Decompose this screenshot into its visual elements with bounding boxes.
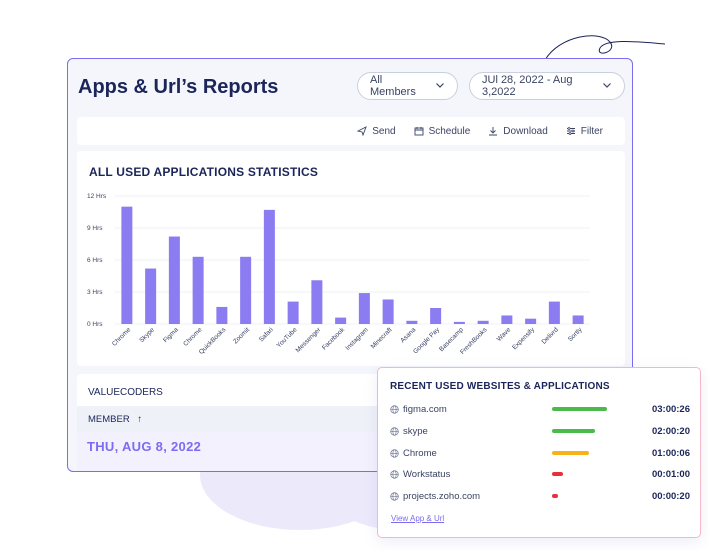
x-tick-label: Expensify — [511, 326, 536, 351]
x-tick-label: Google Pay — [412, 326, 441, 355]
applications-chart-card: ALL USED APPLICATIONS STATISTICS 0 Hrs 3 … — [77, 151, 625, 366]
bar — [311, 280, 323, 324]
globe-icon — [390, 448, 399, 458]
schedule-button[interactable]: Schedule — [414, 125, 471, 137]
globe-icon — [390, 427, 399, 436]
globe-icon — [390, 492, 399, 501]
recent-websites-panel: RECENT USED WEBSITES & APPLICATIONS figm… — [377, 367, 701, 538]
site-name: figma.com — [403, 404, 447, 415]
bar — [216, 306, 228, 324]
x-tick-label: Chrome — [111, 326, 133, 348]
page-title: Apps & Url’s Reports — [78, 76, 279, 98]
send-icon — [357, 126, 368, 136]
bar — [453, 321, 465, 324]
usage-time: 02:00:20 — [651, 425, 690, 437]
member-header-label: MEMBER ↑ — [88, 414, 142, 425]
x-tick-label: Figma — [162, 326, 180, 344]
y-tick-label: 12 Hrs — [87, 193, 107, 200]
bar — [525, 318, 537, 324]
bar — [121, 206, 133, 324]
usage-bar — [552, 494, 558, 499]
members-select-value: All Members — [370, 74, 416, 98]
recent-site-row: projects.zoho.com 00:00:20 — [390, 490, 690, 506]
schedule-label: Schedule — [428, 125, 471, 137]
sort-arrow-icon: ↑ — [137, 414, 143, 425]
x-tick-label: Safari — [258, 326, 275, 343]
view-app-url-link[interactable]: View App & Url — [391, 514, 444, 523]
x-tick-label: Instagram — [344, 326, 369, 351]
download-icon — [489, 127, 498, 136]
bar — [548, 301, 560, 324]
globe-icon — [390, 470, 399, 480]
bar — [240, 256, 252, 324]
bar — [192, 256, 204, 324]
filter-button[interactable]: Filter — [566, 126, 603, 137]
x-tick-label: Delivrd — [541, 326, 561, 346]
y-tick-label: 0 Hrs — [87, 321, 103, 328]
members-select[interactable]: All Members — [357, 72, 458, 100]
site-name: projects.zoho.com — [403, 491, 481, 503]
bar — [406, 320, 418, 324]
send-button[interactable]: Send — [357, 125, 396, 137]
bar — [168, 236, 180, 324]
bar — [430, 308, 442, 324]
bar — [382, 299, 394, 324]
bar — [477, 320, 489, 324]
bar — [501, 315, 513, 324]
site-name: skype — [403, 425, 428, 437]
report-toolbar: Send Schedule Download Filter — [77, 117, 625, 145]
filter-label: Filter — [580, 125, 603, 137]
bar — [287, 301, 299, 324]
x-tick-label: Skype — [138, 326, 156, 344]
site-name: Workstatus — [403, 469, 451, 481]
x-tick-label: Facebook — [321, 326, 347, 352]
calendar-icon — [414, 127, 424, 136]
site-name: Chrome — [403, 447, 437, 459]
recent-site-row: Chrome 01:00:06 — [390, 447, 690, 463]
usage-time: 01:00:06 — [651, 447, 690, 459]
bar — [335, 317, 347, 324]
recent-site-row: figma.com 03:00:26 — [390, 403, 690, 419]
x-tick-label: Zoomit — [232, 326, 251, 345]
download-button[interactable]: Download — [488, 125, 548, 137]
bar — [263, 209, 275, 324]
y-tick-label: 3 Hrs — [87, 289, 103, 296]
member-column-label: MEMBER — [88, 414, 130, 425]
x-tick-label: Messenger — [295, 326, 323, 354]
x-tick-label: Chrome — [182, 326, 204, 348]
group-label: VALUECODERS — [88, 387, 163, 398]
usage-bar — [552, 450, 589, 455]
globe-icon — [390, 405, 399, 414]
x-tick-label: Wave — [496, 326, 513, 343]
usage-bar — [552, 472, 563, 477]
download-label: Download — [503, 125, 548, 137]
x-tick-label: Sortly — [567, 326, 584, 343]
usage-time: 03:00:26 — [651, 404, 690, 415]
usage-time: 00:00:20 — [651, 491, 690, 503]
y-tick-label: 9 Hrs — [87, 225, 103, 232]
chevron-down-icon — [602, 80, 612, 93]
usage-time: 00:01:00 — [651, 469, 690, 481]
recent-panel-title: RECENT USED WEBSITES & APPLICATIONS — [390, 381, 610, 392]
chevron-down-icon — [435, 80, 445, 93]
recent-site-row: skype 02:00:20 — [390, 425, 690, 441]
y-tick-label: 6 Hrs — [87, 257, 103, 264]
date-group-label: THU, AUG 8, 2022 — [87, 439, 202, 454]
recent-site-row: Workstatus 00:01:00 — [390, 468, 690, 484]
date-range-value: JUl 28, 2022 - Aug 3,2022 — [482, 74, 573, 98]
x-tick-label: Asana — [399, 326, 417, 344]
date-range-select[interactable]: JUl 28, 2022 - Aug 3,2022 — [469, 72, 625, 100]
bar — [358, 293, 370, 324]
send-label: Send — [372, 125, 396, 137]
x-tick-label: YouTube — [276, 326, 299, 349]
applications-bar-chart: 0 Hrs 3 Hrs 6 Hrs 9 Hrs 12 Hrs Chrome Skype Fig… — [87, 193, 590, 356]
usage-bar — [552, 428, 595, 433]
bar — [145, 268, 157, 324]
filter-icon — [566, 127, 575, 135]
bar — [572, 315, 584, 324]
x-tick-label: Minecraft — [370, 326, 394, 350]
usage-bar — [552, 407, 607, 411]
